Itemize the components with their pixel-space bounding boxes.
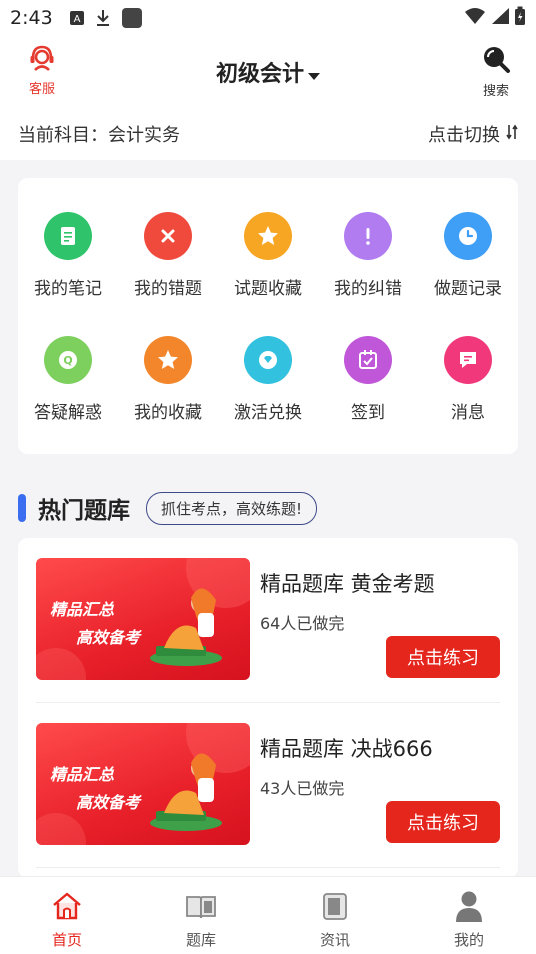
feature-my-notes[interactable]: 我的笔记 bbox=[18, 212, 118, 299]
svg-text:Q: Q bbox=[63, 354, 72, 367]
feature-my-favorites[interactable]: 我的收藏 bbox=[118, 336, 218, 423]
nav-mine[interactable]: 我的 bbox=[402, 877, 536, 954]
feature-wrong-questions[interactable]: 我的错题 bbox=[118, 212, 218, 299]
switch-subject-button[interactable]: 点击切换 bbox=[428, 121, 518, 147]
note-icon bbox=[44, 212, 92, 260]
section-title: 热门题库 bbox=[38, 498, 130, 524]
feature-my-corrections[interactable]: 我的纠错 bbox=[318, 212, 418, 299]
bank-completed-count: 64人已做完 bbox=[260, 614, 345, 633]
bank-title: 精品题库 决战666 bbox=[260, 737, 433, 761]
book-icon bbox=[134, 889, 268, 923]
bottom-nav: 首页 题库 资讯 我的 bbox=[0, 876, 536, 954]
subject-row: 当前科目：会计实务 点击切换 bbox=[0, 108, 536, 160]
nav-label: 我的 bbox=[453, 931, 484, 949]
feature-label: 我的错题 bbox=[134, 279, 202, 299]
hot-banks-heading: 热门题库 抓住考点，高效练题! bbox=[18, 488, 318, 528]
feature-activate-redeem[interactable]: 激活兑换 bbox=[218, 336, 318, 423]
star-icon bbox=[144, 336, 192, 384]
status-time: 2:43 bbox=[10, 7, 53, 29]
star-icon bbox=[244, 212, 292, 260]
nav-question-bank[interactable]: 题库 bbox=[134, 877, 268, 954]
diamond-icon bbox=[244, 336, 292, 384]
search-icon bbox=[481, 47, 511, 78]
banner-line2: 高效备考 bbox=[76, 628, 141, 647]
list-item[interactable]: 精品汇总 高效备考 精品题库 决战666 43人已做完 点击练习 bbox=[18, 703, 518, 867]
wrong-icon bbox=[144, 212, 192, 260]
list-item[interactable]: 精品汇总 高效备考 精品题库 黄金考题 64人已做完 点击练习 bbox=[18, 538, 518, 702]
banner-line1: 精品汇总 bbox=[50, 600, 115, 619]
status-bar: 2:43 A bbox=[0, 0, 536, 36]
features-card: 我的笔记 我的错题 试题收藏 我的纠错 做题记录 Q 答疑解惑 我的收藏 激活兑… bbox=[18, 178, 518, 454]
banner-line1: 精品汇总 bbox=[50, 765, 115, 784]
feature-label: 答疑解惑 bbox=[34, 403, 102, 423]
message-icon bbox=[444, 336, 492, 384]
practice-button[interactable]: 点击练习 bbox=[386, 636, 500, 678]
sort-arrows-icon bbox=[506, 123, 518, 146]
exam-selector[interactable]: 初级会计 bbox=[0, 56, 536, 88]
feature-question-favorites[interactable]: 试题收藏 bbox=[218, 212, 318, 299]
section-accent-bar bbox=[18, 494, 26, 522]
user-icon bbox=[402, 889, 536, 923]
feature-qa[interactable]: Q 答疑解惑 bbox=[18, 336, 118, 423]
feature-label: 我的纠错 bbox=[334, 279, 402, 299]
nav-label: 资讯 bbox=[319, 931, 350, 949]
caret-down-icon bbox=[308, 73, 320, 80]
feature-messages[interactable]: 消息 bbox=[418, 336, 518, 423]
app-square-icon bbox=[121, 7, 143, 29]
feature-label: 签到 bbox=[351, 403, 385, 423]
feature-label: 我的收藏 bbox=[134, 403, 202, 423]
home-icon bbox=[0, 889, 134, 923]
bank-banner: 精品汇总 高效备考 bbox=[36, 558, 250, 680]
clock-icon bbox=[444, 212, 492, 260]
feature-label: 做题记录 bbox=[434, 279, 502, 299]
calendar-icon bbox=[344, 336, 392, 384]
nav-news[interactable]: 资讯 bbox=[268, 877, 402, 954]
exclamation-icon bbox=[344, 212, 392, 260]
top-header: 客服 初级会计 搜索 bbox=[0, 36, 536, 108]
feature-label: 我的笔记 bbox=[34, 279, 102, 299]
bank-completed-count: 43人已做完 bbox=[260, 779, 345, 798]
nav-home[interactable]: 首页 bbox=[0, 877, 134, 954]
feature-label: 激活兑换 bbox=[234, 403, 302, 423]
question-bank-list: 精品汇总 高效备考 精品题库 黄金考题 64人已做完 点击练习 精品汇总 高效备… bbox=[18, 538, 518, 878]
news-icon bbox=[268, 889, 402, 923]
bank-banner: 精品汇总 高效备考 bbox=[36, 723, 250, 845]
feature-label: 试题收藏 bbox=[234, 279, 302, 299]
divider bbox=[36, 867, 500, 868]
wifi-icon bbox=[464, 7, 486, 29]
feature-check-in[interactable]: 签到 bbox=[318, 336, 418, 423]
feature-label: 消息 bbox=[451, 403, 485, 423]
nav-label: 首页 bbox=[51, 931, 82, 949]
switch-label: 点击切换 bbox=[428, 125, 500, 146]
nav-label: 题库 bbox=[185, 931, 216, 949]
battery-icon bbox=[514, 6, 526, 30]
current-subject: 当前科目：会计实务 bbox=[18, 125, 180, 146]
download-icon bbox=[95, 9, 111, 27]
bank-title: 精品题库 黄金考题 bbox=[260, 572, 435, 596]
practice-button[interactable]: 点击练习 bbox=[386, 801, 500, 843]
feature-practice-record[interactable]: 做题记录 bbox=[418, 212, 518, 299]
search-label: 搜索 bbox=[482, 84, 509, 99]
signal-icon bbox=[490, 7, 510, 29]
search-button[interactable]: 搜索 bbox=[474, 44, 518, 99]
page-title: 初级会计 bbox=[215, 62, 304, 87]
section-tag: 抓住考点，高效练题! bbox=[146, 491, 318, 525]
banner-line2: 高效备考 bbox=[76, 793, 141, 812]
keyboard-a-icon: A bbox=[69, 10, 85, 26]
qa-icon: Q bbox=[44, 336, 92, 384]
svg-text:A: A bbox=[73, 14, 80, 25]
